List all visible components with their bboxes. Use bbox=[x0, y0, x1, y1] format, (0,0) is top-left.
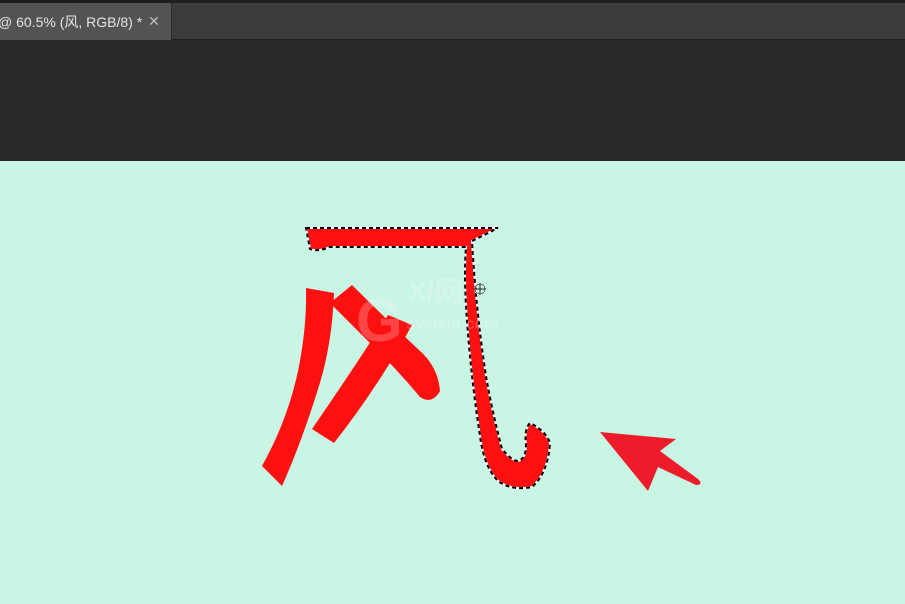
canvas-artwork: G X/网 system.com bbox=[262, 227, 701, 491]
photoshop-window: @ 60.5% (风, RGB/8) * ✕ G X/网 system.com bbox=[0, 0, 905, 604]
svg-text:X/网: X/网 bbox=[408, 276, 462, 307]
selection-outline bbox=[304, 227, 552, 490]
svg-text:system.com: system.com bbox=[406, 316, 499, 333]
glyph-stroke-frame bbox=[306, 228, 550, 489]
document-tab-title: @ 60.5% (风, RGB/8) * bbox=[0, 13, 143, 30]
selection-outline-dashes bbox=[304, 227, 552, 490]
arrow-annotation-icon bbox=[600, 432, 701, 491]
svg-text:G: G bbox=[356, 287, 403, 354]
document-tab-bar: @ 60.5% (风, RGB/8) * ✕ bbox=[0, 3, 905, 40]
close-icon[interactable]: ✕ bbox=[147, 14, 161, 28]
glyph-stroke-left bbox=[262, 288, 334, 486]
document-canvas[interactable]: G X/网 system.com bbox=[0, 161, 905, 604]
workspace-area bbox=[0, 40, 905, 161]
document-tab[interactable]: @ 60.5% (风, RGB/8) * ✕ bbox=[0, 3, 172, 40]
